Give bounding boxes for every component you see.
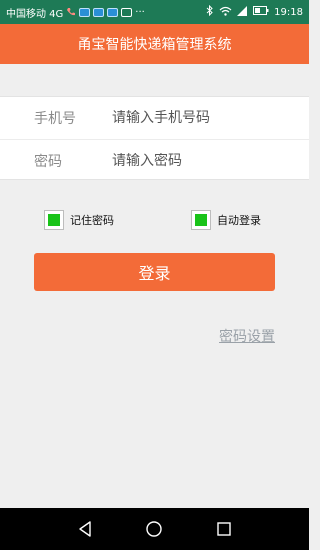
app-notification-icon: [79, 7, 91, 17]
image-icon: [121, 7, 133, 17]
navigation-bar: [0, 508, 309, 550]
phone-label: 手机号: [34, 111, 76, 127]
login-button[interactable]: 登录: [34, 253, 275, 291]
page-title: 甬宝智能快递箱管理系统: [77, 37, 232, 53]
phone-call-icon: [66, 7, 76, 17]
battery-icon: [253, 6, 269, 18]
more-notifications-icon: ···: [135, 6, 145, 18]
login-form: 手机号 密码: [0, 96, 309, 180]
auto-login-label: 自动登录: [217, 214, 261, 227]
checkbox-box[interactable]: [191, 210, 211, 230]
phone-row: 手机号: [0, 97, 309, 139]
status-bar: 中国移动 4G ··· 19:18: [0, 0, 309, 24]
password-label: 密码: [34, 153, 62, 170]
remember-password-checkbox[interactable]: 记住密码: [44, 210, 114, 230]
app-notification-icon: [107, 7, 119, 17]
password-row: 密码: [0, 139, 309, 181]
bluetooth-icon: [206, 4, 214, 19]
checkbox-box[interactable]: [44, 210, 64, 230]
home-icon[interactable]: [145, 520, 163, 538]
cell-signal-icon: [237, 5, 248, 19]
wifi-icon: [219, 6, 232, 19]
auto-login-checkbox[interactable]: 自动登录: [191, 210, 261, 230]
password-input[interactable]: [112, 152, 309, 169]
carrier-text: 中国移动 4G: [6, 8, 64, 20]
login-options: 记住密码 自动登录: [0, 210, 309, 232]
phone-input[interactable]: [112, 110, 309, 126]
recents-icon[interactable]: [215, 520, 233, 538]
app-notification-icon: [93, 7, 105, 17]
clock-text: 19:18: [274, 6, 303, 18]
remember-password-label: 记住密码: [70, 214, 114, 227]
login-screen: 中国移动 4G ··· 19:18 甬宝智能快递箱管理系统 手机号 请输入手机号…: [0, 0, 309, 550]
checkmark-fill: [48, 214, 60, 226]
app-title-bar: 甬宝智能快递箱管理系统: [0, 24, 309, 64]
checkmark-fill: [195, 214, 207, 226]
password-settings-link[interactable]: 密码设置: [219, 326, 275, 346]
back-icon[interactable]: [76, 520, 94, 538]
